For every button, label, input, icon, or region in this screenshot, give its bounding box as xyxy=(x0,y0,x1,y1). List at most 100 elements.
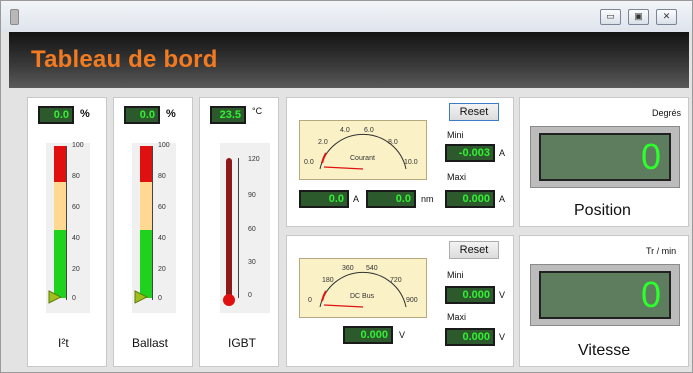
position-display-frame: 0 xyxy=(530,126,680,188)
dc-bus-value-unit: V xyxy=(399,330,406,340)
title-bar: ▭ ▣ ✕ xyxy=(1,1,692,32)
i2t-tick-label: 0 xyxy=(72,295,76,302)
ballast-bar-red xyxy=(140,146,152,182)
i2t-bar-track xyxy=(46,143,90,313)
current-scale-label: 8.0 xyxy=(388,139,398,146)
ballast-tick-label: 40 xyxy=(158,235,166,242)
minimize-button[interactable]: ▭ xyxy=(600,9,621,25)
dc-bus-scale-label: 900 xyxy=(406,297,418,304)
app-icon xyxy=(10,9,19,25)
i2t-tick-label: 20 xyxy=(72,266,80,273)
current-maxi-unit: A xyxy=(499,194,506,204)
igbt-tick-label: 120 xyxy=(248,156,260,163)
voltage-reset-button[interactable]: Reset xyxy=(449,241,499,259)
dc-bus-value-display: 0.000 xyxy=(343,326,393,344)
igbt-label: IGBT xyxy=(228,336,257,350)
dc-bus-scale-label: 180 xyxy=(322,277,334,284)
dc-bus-scale-label: 720 xyxy=(390,277,402,284)
current-meter-dial-icon xyxy=(319,133,407,170)
page-title: Tableau de bord xyxy=(31,46,218,73)
dc-bus-meter-label: DC Bus xyxy=(350,293,375,300)
maximize-button[interactable]: ▣ xyxy=(628,9,649,25)
i2t-tick-label: 80 xyxy=(72,173,80,180)
i2t-tick-label: 100 xyxy=(72,142,84,149)
ballast-label: Ballast xyxy=(132,336,169,350)
igbt-value-display: 23.5 xyxy=(210,106,246,124)
current-meter-label: Courant xyxy=(350,155,375,162)
current-mini-unit: A xyxy=(499,148,506,158)
current-value-unit: A xyxy=(353,194,360,204)
igbt-tick-label: 90 xyxy=(248,192,256,199)
current-maxi-display: 0.000 xyxy=(445,190,495,208)
igbt-thermo-bulb xyxy=(223,294,235,306)
igbt-tick-label: 30 xyxy=(248,259,256,266)
dc-bus-meter-dial-icon xyxy=(319,271,407,308)
close-button[interactable]: ✕ xyxy=(656,9,677,25)
voltage-maxi-display: 0.000 xyxy=(445,328,495,346)
speed-panel: Tr / min 0 Vitesse xyxy=(519,235,689,367)
ballast-tick-label: 0 xyxy=(158,295,162,302)
ballast-tick-label: 60 xyxy=(158,204,166,211)
igbt-scale-line xyxy=(238,158,239,298)
dc-bus-scale-label: 540 xyxy=(366,265,378,272)
current-scale-label: 10.0 xyxy=(404,159,418,166)
current-scale-label: 2.0 xyxy=(318,139,328,146)
igbt-thermo-tube xyxy=(226,158,232,298)
current-maxi-label: Maxi xyxy=(447,172,467,182)
current-meter: 0.0 2.0 4.0 6.0 8.0 10.0 Courant xyxy=(299,120,427,180)
current-scale-label: 4.0 xyxy=(340,127,350,134)
dc-bus-meter: 0 180 360 540 720 900 DC Bus xyxy=(299,258,427,318)
torque-unit: nm xyxy=(421,194,434,204)
ballast-tick-label: 100 xyxy=(158,142,170,149)
i2t-tick-label: 60 xyxy=(72,204,80,211)
position-panel: Degrés 0 Position xyxy=(519,97,689,227)
i2t-unit: % xyxy=(80,108,90,120)
current-scale-label: 6.0 xyxy=(364,127,374,134)
i2t-bar-red xyxy=(54,146,66,182)
gauge-panel-igbt: 23.5 °C 120 90 60 30 0 IGBT xyxy=(199,97,279,367)
speed-unit: Tr / min xyxy=(646,246,677,256)
position-label: Position xyxy=(574,202,631,219)
speed-value-display: 0 xyxy=(539,271,671,319)
position-value-display: 0 xyxy=(539,133,671,181)
current-reset-button[interactable]: Reset xyxy=(449,103,499,121)
speed-label: Vitesse xyxy=(578,342,631,359)
current-mini-label: Mini xyxy=(447,130,464,140)
voltage-mini-unit: V xyxy=(499,290,506,300)
ballast-pointer-icon xyxy=(134,290,148,304)
ballast-scale-line xyxy=(152,146,153,300)
speed-display-frame: 0 xyxy=(530,264,680,326)
igbt-tick-label: 0 xyxy=(248,292,252,299)
ballast-value-display: 0.0 xyxy=(124,106,160,124)
igbt-unit: °C xyxy=(252,106,263,116)
i2t-bar-green xyxy=(54,230,66,298)
ballast-unit: % xyxy=(166,108,176,120)
ballast-tick-label: 80 xyxy=(158,173,166,180)
app-window: ▭ ▣ ✕ Tableau de bord 0.0 % 100 80 60 40… xyxy=(0,0,693,373)
igbt-tick-label: 60 xyxy=(248,226,256,233)
ballast-tick-label: 20 xyxy=(158,266,166,273)
current-scale-label: 0.0 xyxy=(304,159,314,166)
voltage-mini-display: 0.000 xyxy=(445,286,495,304)
torque-value-display: 0.0 xyxy=(366,190,416,208)
current-value-display: 0.0 xyxy=(299,190,349,208)
ballast-bar-green xyxy=(140,230,152,298)
i2t-value-display: 0.0 xyxy=(38,106,74,124)
ballast-bar-amber xyxy=(140,182,152,230)
voltage-mini-label: Mini xyxy=(447,270,464,280)
ballast-bar-track xyxy=(132,143,176,313)
voltage-maxi-unit: V xyxy=(499,332,506,342)
voltage-maxi-label: Maxi xyxy=(447,312,467,322)
dc-bus-scale-label: 360 xyxy=(342,265,354,272)
i2t-pointer-icon xyxy=(48,290,62,304)
dc-bus-scale-label: 0 xyxy=(308,297,312,304)
i2t-label: I²t xyxy=(58,336,69,350)
position-unit: Degrés xyxy=(652,108,682,118)
current-mini-display: -0.003 xyxy=(445,144,495,162)
current-panel: 0.0 2.0 4.0 6.0 8.0 10.0 Courant 0.0 A 0… xyxy=(286,97,514,227)
voltage-panel: 0 180 360 540 720 900 DC Bus 0.000 V Res… xyxy=(286,235,514,367)
i2t-scale-line xyxy=(66,146,67,300)
i2t-bar-amber xyxy=(54,182,66,230)
gauge-panel-i2t: 0.0 % 100 80 60 40 20 0 I²t xyxy=(27,97,107,367)
i2t-tick-label: 40 xyxy=(72,235,80,242)
